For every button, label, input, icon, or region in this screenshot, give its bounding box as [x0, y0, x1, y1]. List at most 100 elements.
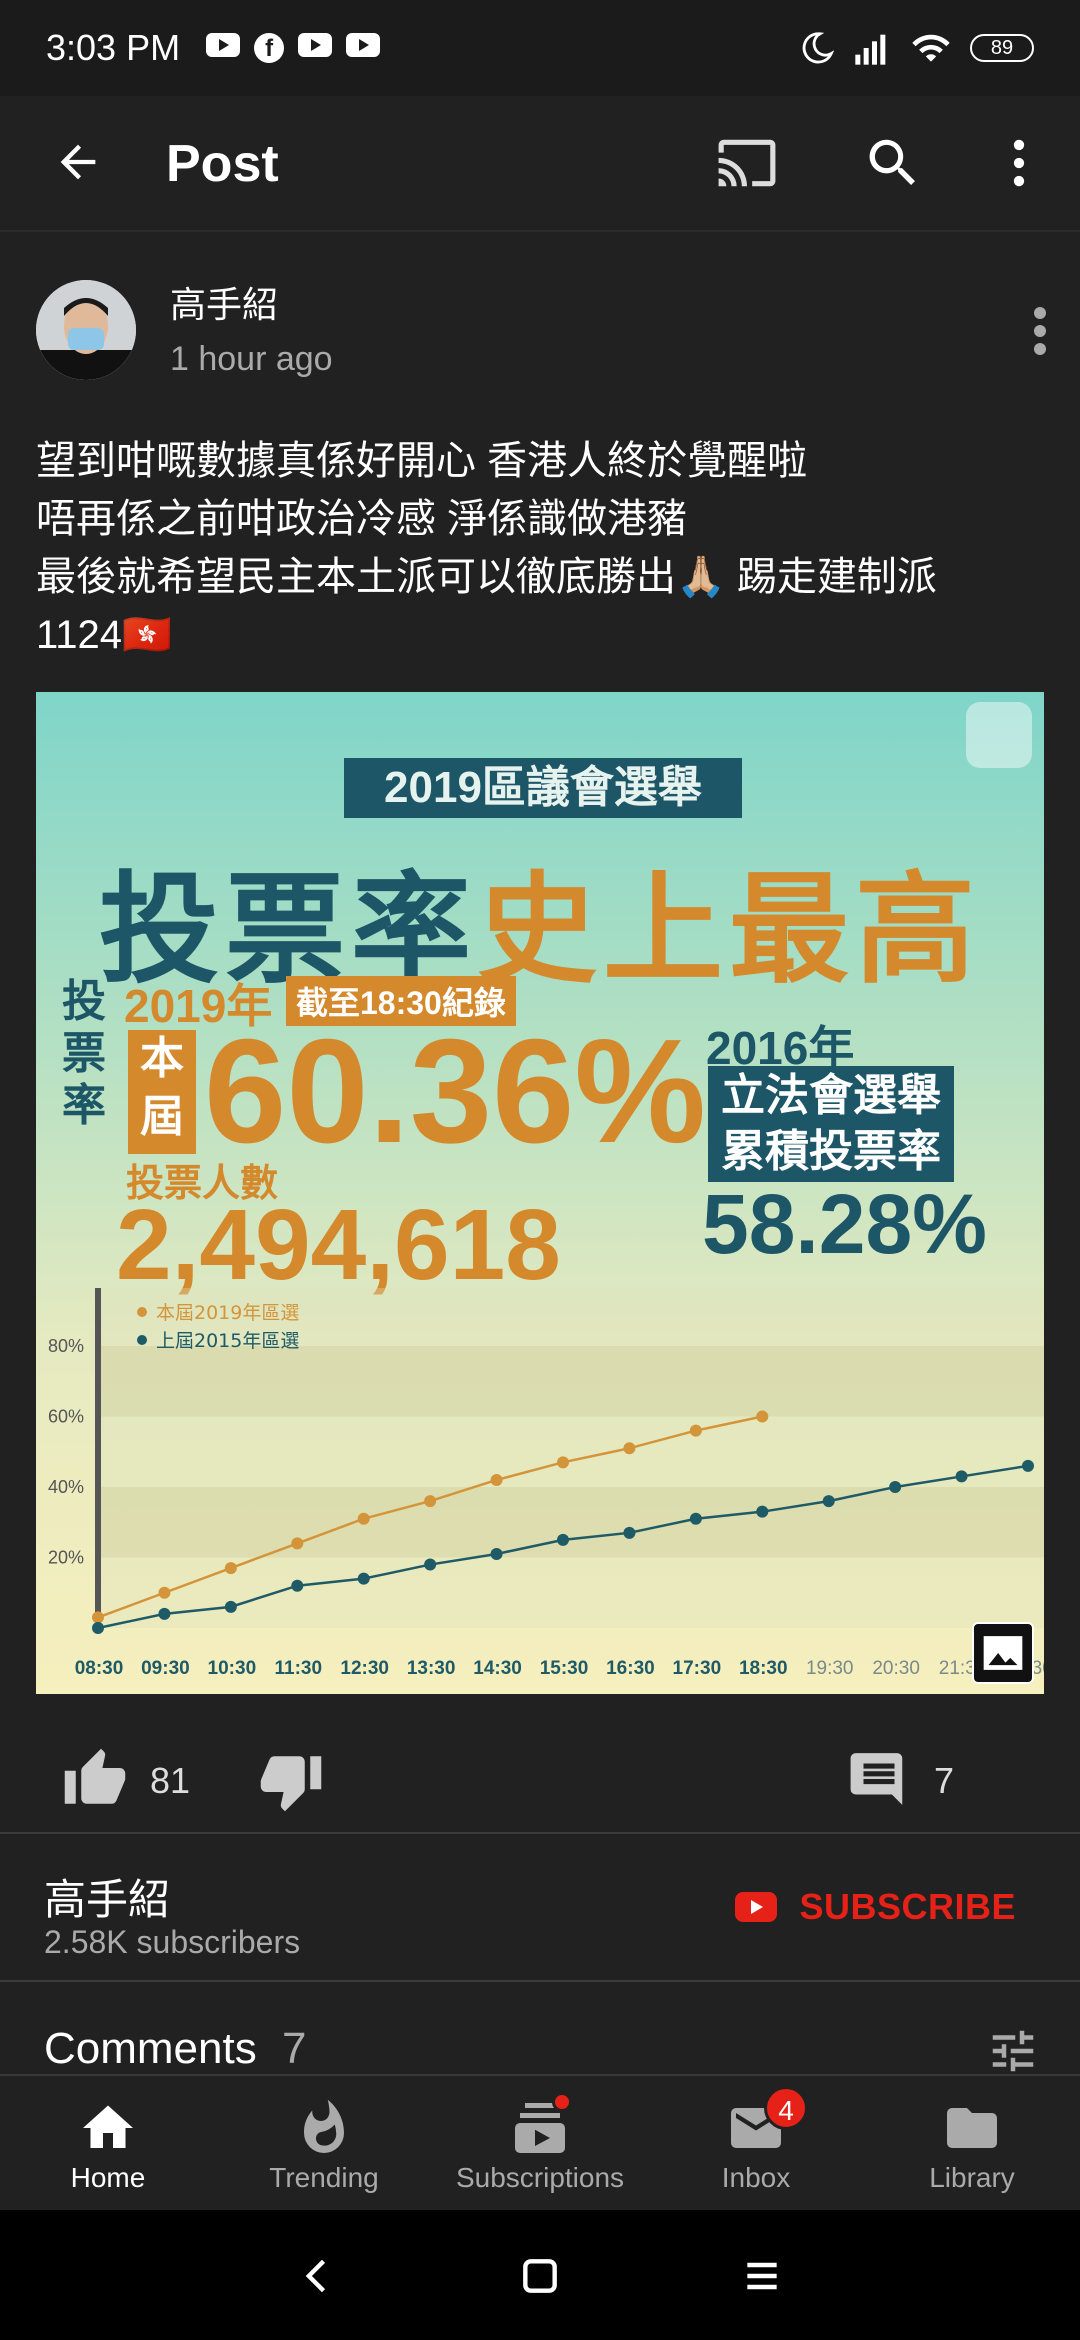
chart-data-point [224, 1562, 237, 1575]
current-term-label: 本屆 [128, 1030, 196, 1154]
chart-y-tick-label: 80% [48, 1336, 84, 1356]
post-more-icon[interactable] [1034, 306, 1046, 356]
youtube-icon [346, 33, 381, 57]
comment-icon[interactable] [848, 1748, 910, 1810]
chart-x-tick-label: 11:30 [275, 1658, 323, 1679]
sort-icon[interactable] [986, 2024, 1040, 2078]
moon-icon [802, 32, 834, 64]
post-author[interactable]: 高手紹 [170, 276, 278, 328]
chart-data-point [689, 1424, 702, 1437]
chart-x-tick-label: 16:30 [606, 1658, 655, 1679]
chart-x-tick-label: 17:30 [673, 1658, 722, 1679]
nav-home[interactable]: Home [0, 2076, 216, 2210]
chart-x-tick-label: 13:30 [407, 1658, 456, 1679]
chart-data-point [490, 1547, 503, 1560]
chart-y-tick-label: 40% [48, 1477, 84, 1497]
chart-grid-band [98, 1487, 1044, 1558]
chart-x-tick-label: 10:30 [208, 1658, 257, 1679]
comments-header[interactable]: Comments 7 [0, 1984, 1080, 2074]
chart-data-point [291, 1579, 304, 1592]
chart-y-tick-label: 20% [48, 1548, 84, 1568]
nav-label: Home [70, 2162, 146, 2193]
post-text-line: 最後就希望民主本土派可以徹底勝出🙏🏼 踢走建制派 [36, 555, 937, 599]
chart-grid-band [98, 1346, 1044, 1417]
system-navigation-bar [0, 2210, 1080, 2340]
menu-lines-icon[interactable] [740, 2254, 784, 2298]
chart-data-point [357, 1572, 370, 1585]
chart-data-point [557, 1533, 569, 1546]
comments-count: 7 [282, 2024, 307, 2073]
chart-data-point [224, 1600, 237, 1613]
nav-label: Library [929, 2162, 1015, 2193]
chart-data-point [623, 1526, 636, 1539]
turnout-2019: 60.36% [204, 1009, 706, 1174]
nav-subscriptions[interactable]: Subscriptions [432, 2076, 648, 2210]
legco-line-1: 立法會選舉 [721, 1071, 941, 1120]
battery-icon: 89 [970, 34, 1034, 62]
legco-box: 立法會選舉 累積投票率 [708, 1066, 954, 1182]
post-text-line: 1124🇭🇰 [36, 613, 172, 657]
post-text-line: 唔再係之前咁政治冷感 淨係識做港豬 [36, 497, 688, 541]
vote-rate-vertical: 投票率 [62, 977, 106, 1130]
chart-x-tick-label: 08:30 [75, 1658, 124, 1679]
wifi-icon [912, 34, 950, 62]
youtube-logo-icon [735, 1892, 778, 1922]
chart-x-tick-label: 09:30 [141, 1658, 190, 1679]
nav-inbox[interactable]: 4 Inbox [648, 2076, 864, 2210]
divider [0, 1832, 1080, 1834]
chart-x-tick-label: 19:30 [806, 1658, 854, 1679]
channel-name[interactable]: 高手紹 [44, 1866, 170, 1927]
chart-data-point [291, 1537, 304, 1550]
chart-data-point [557, 1456, 569, 1469]
subscriptions-dot [552, 2092, 572, 2112]
signal-icon [855, 34, 886, 65]
cast-icon[interactable] [716, 132, 778, 194]
bottom-navigation: Home Trending Subscriptions 4 Inbox Libr… [0, 2074, 1080, 2210]
open-image-button[interactable] [972, 1622, 1034, 1684]
chart-data-point [623, 1442, 636, 1455]
subscriber-count: 2.58K subscribers [44, 1924, 301, 1960]
home-square-icon[interactable] [518, 2254, 562, 2298]
post-time: 1 hour ago [170, 340, 333, 378]
avatar[interactable] [36, 280, 136, 380]
post-text-line: 望到咁嘅數據真係好開心 香港人終於覺醒啦 [36, 439, 808, 483]
chart-x-tick-label: 15:30 [540, 1658, 589, 1679]
page-title: Post [166, 135, 279, 193]
chart-data-point [756, 1505, 769, 1518]
apple-daily-logo-icon [966, 702, 1032, 768]
chart-data-point [955, 1470, 968, 1483]
turnout-line-chart: 20% 40% 60% 80% 08:30 09:30 10:30 11:30 12:30 13:… [48, 1288, 1044, 1679]
status-bar: 3:03 PM f 89 [0, 0, 1080, 96]
notification-icons: f [206, 33, 381, 63]
chart-data-point [158, 1586, 171, 1599]
nav-label: Inbox [721, 2162, 791, 2193]
post-image[interactable]: 2019區議會選舉 投票率史上最高 投票率 2019年 截至18:30紀錄 本屆… [36, 692, 1044, 1694]
divider [0, 1980, 1080, 1982]
youtube-icon [206, 33, 241, 57]
back-chevron-icon[interactable] [296, 2254, 340, 2298]
chart-data-point [822, 1495, 835, 1508]
facebook-icon: f [254, 33, 285, 63]
thumbs-up-icon[interactable] [62, 1746, 128, 1812]
post-text: 望到咁嘅數據真係好開心 香港人終於覺醒啦 唔再係之前咁政治冷感 淨係識做港豬 最… [36, 432, 1046, 664]
chart-data-point [1022, 1459, 1034, 1472]
chart-data-point [689, 1512, 702, 1525]
thumbs-down-icon[interactable] [258, 1748, 324, 1814]
nav-library[interactable]: Library [864, 2076, 1080, 2210]
nav-trending[interactable]: Trending [216, 2076, 432, 2210]
chart-x-tick-label: 12:30 [340, 1658, 389, 1679]
back-arrow-icon[interactable] [52, 136, 104, 188]
search-icon[interactable] [862, 132, 924, 194]
like-count: 81 [150, 1760, 191, 1801]
chart-data-point [357, 1512, 370, 1525]
youtube-icon [298, 33, 333, 57]
folder-icon [947, 2108, 997, 2148]
post-actions: 81 7 [0, 1736, 1080, 1832]
more-vert-icon[interactable] [988, 132, 1050, 194]
app-bar: Post [0, 96, 1080, 232]
chart-data-point [158, 1607, 171, 1620]
chart-legend-label: 本屆2019年區選 [156, 1302, 299, 1324]
nav-label: Subscriptions [455, 2162, 625, 2193]
system-status-icons: 89 [800, 31, 1034, 65]
subscribe-button[interactable]: SUBSCRIBE [735, 1886, 1016, 1928]
